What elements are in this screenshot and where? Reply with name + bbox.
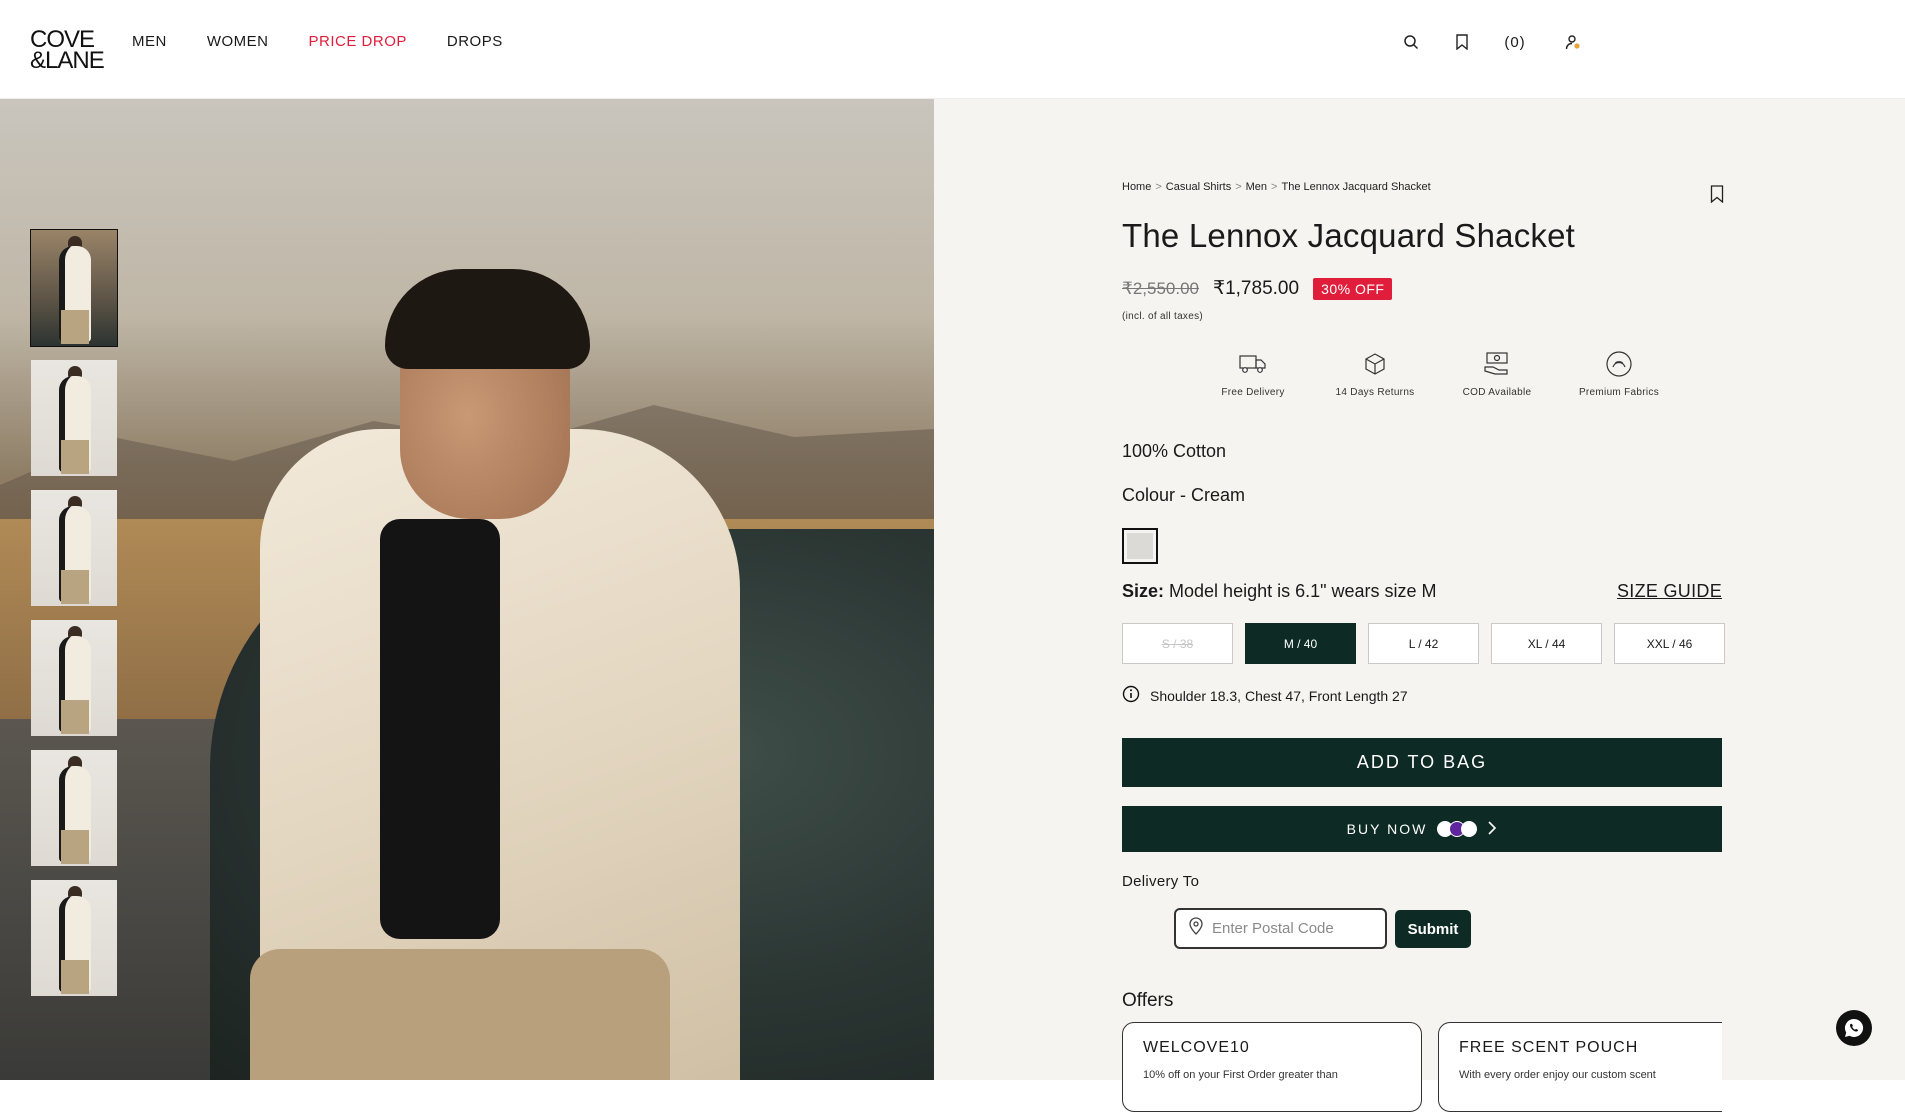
feature-label: Premium Fabrics <box>1578 387 1660 398</box>
bookmark-icon[interactable] <box>1710 185 1724 208</box>
sale-price: ₹1,785.00 <box>1213 278 1300 299</box>
breadcrumb-separator: > <box>1155 181 1162 193</box>
size-note: Model height is 6.1" wears size M <box>1169 581 1437 601</box>
feature-list: Free Delivery 14 Days Returns COD Availa… <box>1192 349 1680 398</box>
truck-icon <box>1192 349 1314 379</box>
hero-model-pants <box>250 949 670 1080</box>
offer-card[interactable]: FREE SCENT POUCH With every order enjoy … <box>1438 1022 1722 1112</box>
location-pin-icon <box>1188 917 1204 940</box>
thumbnail-3[interactable] <box>30 489 118 607</box>
breadcrumb-separator: > <box>1271 181 1278 193</box>
hero-model-tshirt <box>380 519 500 939</box>
breadcrumb-separator: > <box>1235 181 1242 193</box>
postal-code-field[interactable] <box>1174 908 1387 949</box>
offer-card[interactable]: WELCOVE10 10% off on your First Order gr… <box>1122 1022 1422 1112</box>
measurements-text: Shoulder 18.3, Chest 47, Front Length 27 <box>1150 687 1408 704</box>
size-guide-link[interactable]: SIZE GUIDE <box>1617 581 1722 602</box>
breadcrumb-men[interactable]: Men <box>1246 181 1267 193</box>
nav-price-drop[interactable]: PRICE DROP <box>309 33 407 50</box>
offer-code: WELCOVE10 <box>1143 1039 1250 1056</box>
feature-premium-fabrics: Premium Fabrics <box>1558 349 1680 398</box>
feature-label: 14 Days Returns <box>1335 387 1415 398</box>
size-option-l[interactable]: L / 42 <box>1368 623 1479 664</box>
buy-now-label: BUY NOW <box>1346 821 1428 837</box>
thumbnail-2[interactable] <box>30 359 118 477</box>
site-header: COVE &LANE MEN WOMEN PRICE DROP DROPS (0… <box>0 0 1905 99</box>
brand-logo[interactable]: COVE &LANE <box>30 28 105 74</box>
tax-note: (incl. of all taxes) <box>1122 311 1204 322</box>
main-nav: MEN WOMEN PRICE DROP DROPS <box>132 33 503 50</box>
offer-description: 10% off on your First Order greater than <box>1143 1069 1338 1081</box>
breadcrumb-casual-shirts[interactable]: Casual Shirts <box>1166 181 1231 193</box>
feature-free-delivery: Free Delivery <box>1192 349 1314 398</box>
postal-code-input[interactable] <box>1212 920 1362 937</box>
cash-icon <box>1436 349 1558 379</box>
breadcrumb-home[interactable]: Home <box>1122 181 1151 193</box>
postal-submit-button[interactable]: Submit <box>1395 910 1471 948</box>
breadcrumb: Home > Casual Shirts > Men > The Lennox Jacqua… <box>1122 181 1431 193</box>
return-box-icon <box>1314 349 1436 379</box>
feature-label: Free Delivery <box>1221 387 1285 398</box>
payment-icons <box>1437 821 1478 837</box>
discount-badge: 30% OFF <box>1313 277 1393 300</box>
nav-men[interactable]: MEN <box>132 33 167 50</box>
gpay-icon <box>1461 821 1478 837</box>
buy-now-button[interactable]: BUY NOW <box>1122 806 1722 852</box>
offers-heading: Offers <box>1122 990 1174 1011</box>
logo-line-2: &LANE <box>30 47 105 74</box>
breadcrumb-current: The Lennox Jacquard Shacket <box>1281 181 1431 193</box>
hero-model-hair <box>385 269 590 369</box>
offer-description: With every order enjoy our custom scent <box>1459 1069 1656 1081</box>
product-details-panel: Home > Casual Shirts > Men > The Lennox Jacqua… <box>934 99 1905 1112</box>
chevron-right-icon <box>1487 820 1497 838</box>
fabric-icon <box>1558 349 1680 379</box>
size-option-s[interactable]: S / 38 <box>1122 623 1233 664</box>
size-label: Size: <box>1122 581 1165 601</box>
offer-code: FREE SCENT POUCH <box>1459 1039 1639 1056</box>
size-option-m[interactable]: M / 40 <box>1245 623 1356 664</box>
wishlist-icon[interactable] <box>1448 28 1476 56</box>
info-icon <box>1122 685 1140 706</box>
size-option-xxl[interactable]: XXL / 46 <box>1614 623 1725 664</box>
cart-count[interactable]: (0) <box>1495 28 1535 56</box>
account-icon[interactable] <box>1559 28 1587 56</box>
thumbnail-5[interactable] <box>30 749 118 867</box>
measurements: Shoulder 18.3, Chest 47, Front Length 27 <box>1122 685 1408 706</box>
feature-returns: 14 Days Returns <box>1314 349 1436 398</box>
nav-drops[interactable]: DROPS <box>447 33 503 50</box>
size-options: S / 38 M / 40 L / 42 XL / 44 XXL / 46 <box>1122 623 1725 664</box>
feature-label: COD Available <box>1462 387 1532 398</box>
feature-cod: COD Available <box>1436 349 1558 398</box>
search-icon[interactable] <box>1397 28 1425 56</box>
colour-text: Colour - Cream <box>1122 485 1246 505</box>
size-row: Size: Model height is 6.1" wears size M … <box>1122 581 1722 602</box>
add-to-bag-button[interactable]: ADD TO BAG <box>1122 738 1722 787</box>
size-option-xl[interactable]: XL / 44 <box>1491 623 1602 664</box>
thumbnail-6[interactable] <box>30 879 118 997</box>
thumbnail-4[interactable] <box>30 619 118 737</box>
original-price: ₹2,550.00 <box>1122 278 1199 298</box>
delivery-label: Delivery To <box>1122 873 1200 890</box>
nav-women[interactable]: WOMEN <box>207 33 269 50</box>
product-title: The Lennox Jacquard Shacket <box>1122 217 1576 254</box>
material-text: 100% Cotton <box>1122 441 1227 461</box>
thumbnail-1[interactable] <box>30 229 118 347</box>
whatsapp-icon[interactable] <box>1836 1010 1872 1046</box>
colour-swatch-cream[interactable] <box>1122 528 1158 564</box>
price-row: ₹2,550.00 ₹1,785.00 30% OFF <box>1122 277 1393 300</box>
product-main-image <box>0 99 934 1080</box>
thumbnail-list <box>30 229 118 1009</box>
